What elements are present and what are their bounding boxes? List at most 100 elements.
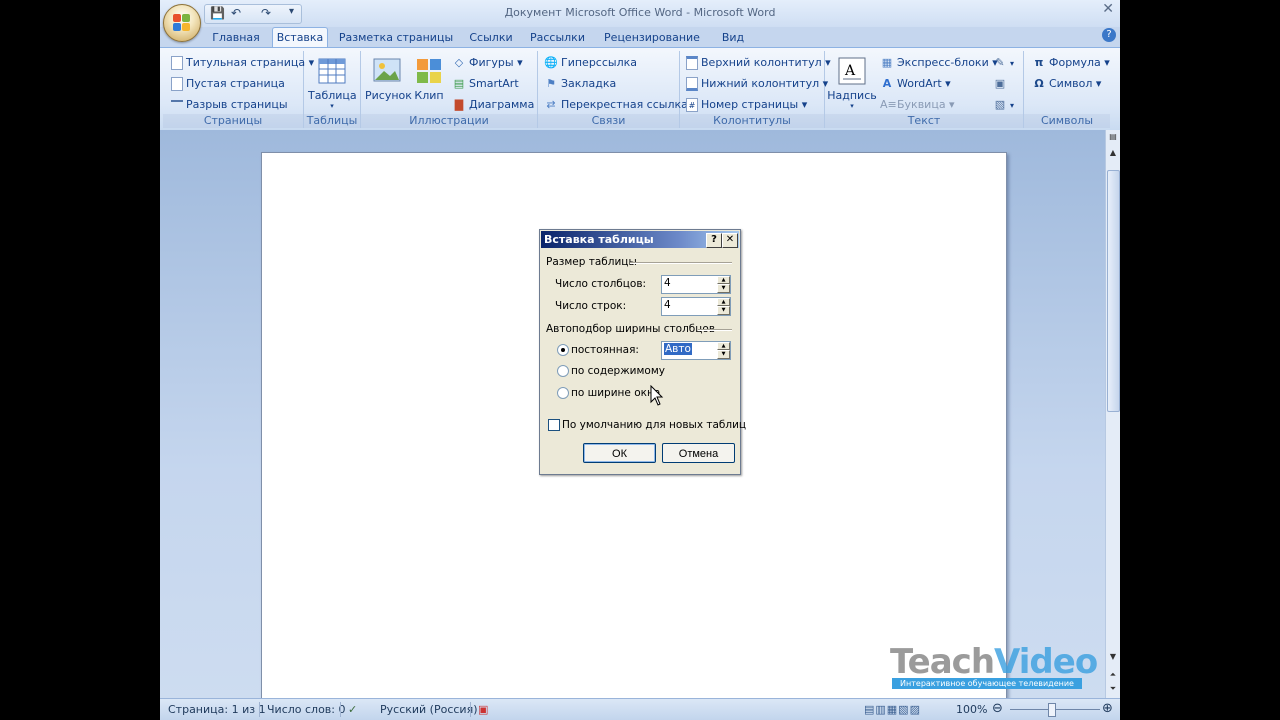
fixed-width-value[interactable]: Авто (664, 343, 692, 355)
page-break-button[interactable]: Разрыв страницы (171, 96, 288, 114)
zoom-slider-thumb[interactable] (1048, 703, 1056, 717)
autofit-window-radio[interactable] (557, 387, 569, 399)
scroll-up-icon[interactable]: ▲ (1106, 146, 1120, 160)
vertical-scrollbar[interactable]: ▤ ▲ ▼ ⏶ ⏷ (1105, 130, 1120, 698)
group-label-illustrations: Иллюстрации (361, 114, 537, 128)
rows-spinner[interactable]: 4 ▲ ▼ (661, 297, 731, 316)
shapes-button[interactable]: ◇ Фигуры ▾ (452, 54, 523, 72)
equation-button[interactable]: π Формула ▾ (1032, 54, 1110, 72)
default-for-new-tables-checkbox[interactable] (548, 419, 560, 431)
size-section-label: Размер таблицы (546, 256, 637, 268)
shapes-icon: ◇ (454, 56, 464, 69)
ok-button[interactable]: ОК (583, 443, 656, 463)
language-indicator[interactable]: Русский (Россия) (380, 703, 478, 716)
word-count[interactable]: Число слов: 0 (267, 703, 346, 716)
zoom-out-icon[interactable]: ⊖ (992, 701, 1003, 716)
tab-mailings[interactable]: Рассылки (525, 29, 590, 47)
bookmark-button[interactable]: ⚑ Закладка (544, 75, 616, 93)
columns-value[interactable]: 4 (664, 277, 671, 289)
page-break-icon (171, 100, 183, 110)
rows-up-icon[interactable]: ▲ (717, 298, 730, 306)
redo-icon[interactable]: ↷ (261, 6, 271, 20)
fixed-width-radio[interactable] (557, 344, 569, 356)
wordart-button[interactable]: A WordArt ▾ (880, 75, 951, 93)
cover-page-button[interactable]: Титульная страница ▾ (171, 54, 314, 72)
undo-icon[interactable]: ↶ (231, 6, 241, 20)
symbol-button[interactable]: Ω Символ ▾ (1032, 75, 1101, 93)
next-page-icon[interactable]: ⏷ (1106, 682, 1120, 696)
svg-text:A: A (844, 63, 856, 79)
group-label-pages: Страницы (163, 114, 303, 128)
header-button[interactable]: Верхний колонтитул ▾ (686, 54, 831, 72)
macro-record-icon[interactable]: ▣ (478, 703, 488, 716)
drop-cap-icon: A≡ (880, 98, 897, 111)
group-header-footer: Верхний колонтитул ▾ Нижний колонтитул ▾… (680, 51, 831, 128)
rows-value[interactable]: 4 (664, 299, 671, 311)
rows-down-icon[interactable]: ▼ (717, 306, 730, 315)
smartart-button[interactable]: ▤ SmartArt (452, 75, 519, 93)
chart-button[interactable]: ▇ Диаграмма (452, 96, 535, 114)
table-icon (318, 58, 346, 84)
page-number-button[interactable]: # Номер страницы ▾ (686, 96, 807, 114)
customize-qat-icon[interactable]: ▾ (289, 6, 294, 17)
page-count[interactable]: Страница: 1 из 1 (168, 703, 266, 716)
tab-insert[interactable]: Вставка (272, 27, 328, 48)
window-close-icon[interactable]: ✕ (1102, 1, 1114, 17)
footer-icon (686, 77, 698, 91)
tab-page-layout[interactable]: Разметка страницы (337, 29, 455, 47)
cancel-button[interactable]: Отмена (662, 443, 735, 463)
group-links: 🌐 Гиперссылка ⚑ Закладка ⇄ Перекрестная ссы… (538, 51, 688, 128)
columns-spinner[interactable]: 4 ▲ ▼ (661, 275, 731, 294)
zoom-in-icon[interactable]: ⊕ (1102, 701, 1113, 716)
view-buttons[interactable]: ▤▥▦▧▨ (864, 703, 921, 716)
tab-view[interactable]: Вид (713, 29, 753, 47)
office-button[interactable] (163, 4, 201, 42)
hyperlink-button[interactable]: 🌐 Гиперссылка (544, 54, 637, 72)
textbox-button[interactable]: A Надпись ▾ (827, 53, 877, 110)
tab-home[interactable]: Главная (205, 29, 267, 47)
blank-page-icon (171, 77, 183, 91)
header-icon (686, 56, 698, 70)
clip-art-icon (417, 59, 441, 83)
fixed-width-down-icon[interactable]: ▼ (717, 350, 730, 359)
drop-cap-button[interactable]: A≡Буквица ▾ (880, 96, 955, 114)
ruler-toggle-icon[interactable]: ▤ (1106, 130, 1120, 144)
group-tables: Таблица ▾ Таблицы (304, 51, 361, 128)
footer-button[interactable]: Нижний колонтитул ▾ (686, 75, 828, 93)
cross-reference-button[interactable]: ⇄ Перекрестная ссылка (544, 96, 688, 114)
cover-page-icon (171, 56, 183, 70)
bookmark-icon: ⚑ (546, 77, 556, 90)
status-bar: Страница: 1 из 1 Число слов: 0 ✓ Русский… (160, 698, 1120, 720)
group-pages: Титульная страница ▾ Пустая страница Раз… (163, 51, 314, 128)
blank-page-button[interactable]: Пустая страница (171, 75, 285, 93)
signature-line-icon[interactable]: ✎ ▾ (993, 54, 1014, 72)
previous-page-icon[interactable]: ⏶ (1106, 668, 1120, 682)
autofit-content-radio[interactable] (557, 365, 569, 377)
scroll-down-icon[interactable]: ▼ (1106, 650, 1120, 664)
clip-button[interactable]: Клип (409, 53, 449, 102)
tab-references[interactable]: Ссылки (463, 29, 519, 47)
save-icon[interactable]: 💾 (210, 6, 225, 20)
table-button[interactable]: Таблица ▾ (308, 53, 357, 110)
group-label-tables: Таблицы (304, 114, 360, 128)
group-label-header-footer: Колонтитулы (680, 114, 824, 128)
picture-button[interactable]: Рисунок (365, 53, 412, 102)
date-time-icon[interactable]: ▣ (993, 75, 1010, 93)
fixed-width-up-icon[interactable]: ▲ (717, 342, 730, 350)
dialog-help-icon[interactable]: ? (706, 233, 722, 248)
group-label-symbols: Символы (1024, 114, 1110, 128)
help-icon[interactable]: ? (1102, 28, 1116, 42)
scroll-thumb[interactable] (1107, 170, 1120, 412)
tab-review[interactable]: Рецензирование (597, 29, 707, 47)
dialog-close-icon[interactable]: ✕ (722, 233, 738, 248)
quick-parts-button[interactable]: ▦ Экспресс-блоки ▾ (880, 54, 998, 72)
wordart-icon: A (882, 77, 892, 90)
fixed-width-spinner[interactable]: Авто ▲ ▼ (661, 341, 731, 360)
smartart-icon: ▤ (453, 77, 465, 90)
zoom-level[interactable]: 100% (956, 703, 987, 716)
group-text: A Надпись ▾ ▦ Экспресс-блоки ▾ A WordArt ▾… (825, 51, 1024, 128)
columns-down-icon[interactable]: ▼ (717, 284, 730, 293)
columns-up-icon[interactable]: ▲ (717, 276, 730, 284)
object-icon[interactable]: ▧ ▾ (993, 96, 1014, 114)
proofing-icon[interactable]: ✓ (348, 703, 357, 716)
